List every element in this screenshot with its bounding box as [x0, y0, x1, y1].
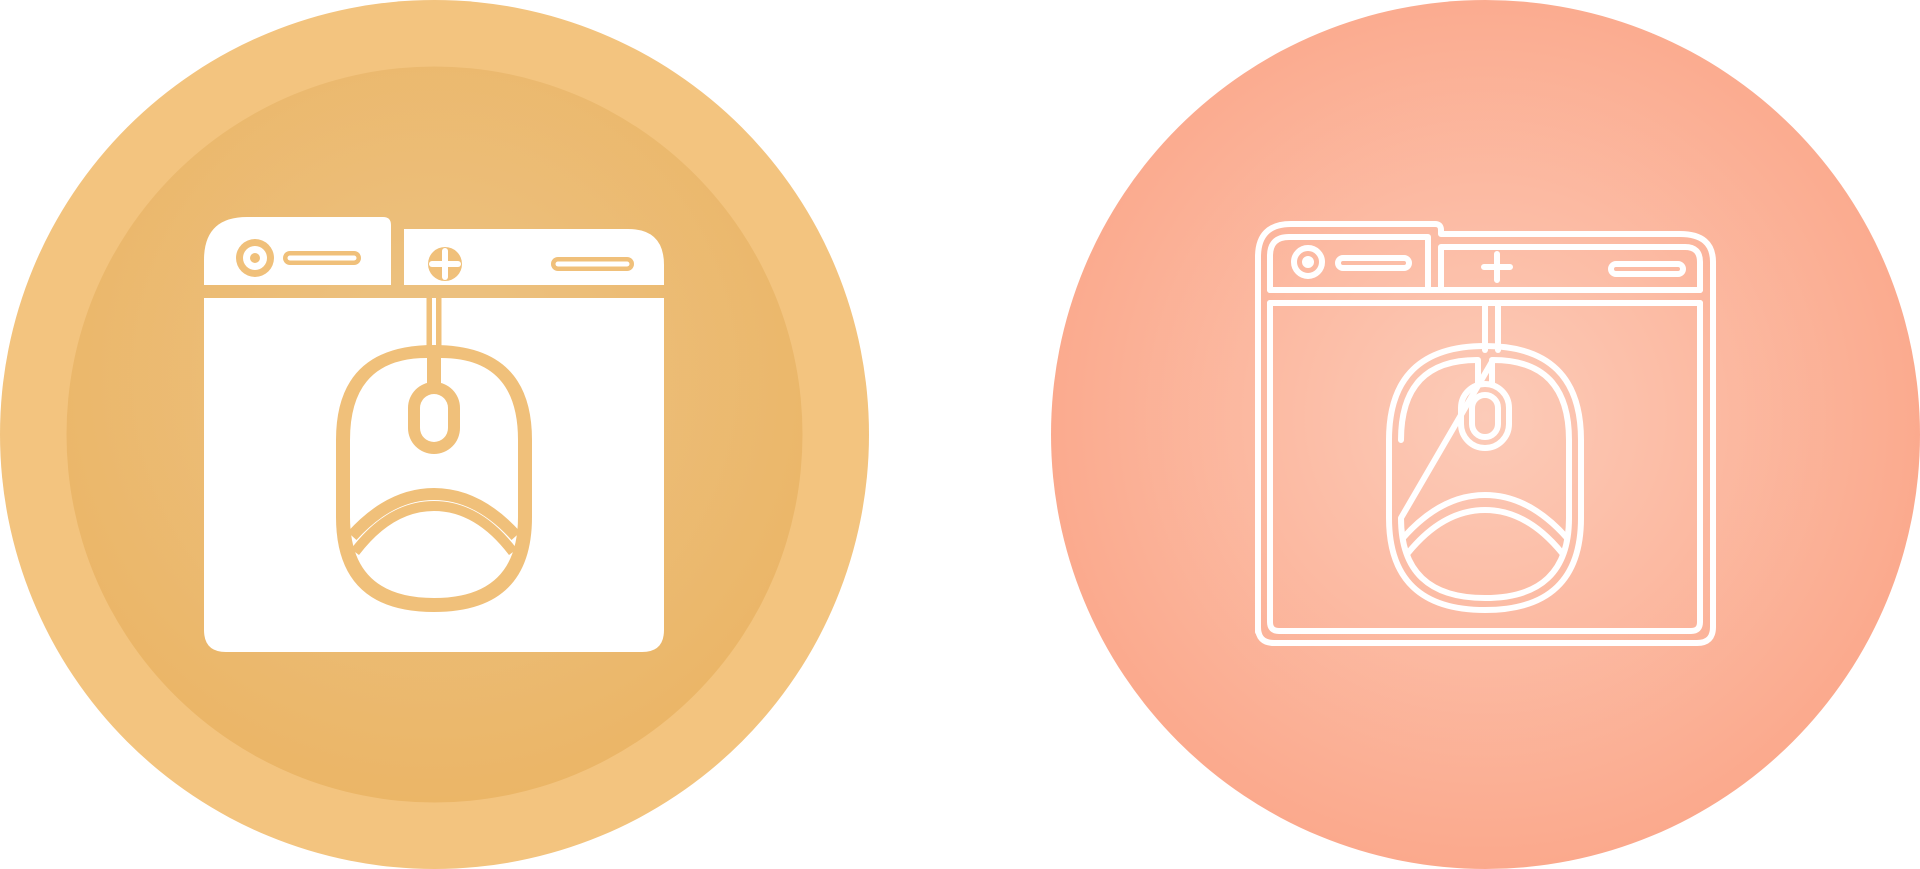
line-browser-mouse-badge [1051, 0, 1920, 869]
line-browser-mouse-icon [1051, 0, 1920, 869]
glyph-browser-mouse-badge [0, 0, 869, 869]
glyph-browser-mouse-icon [0, 0, 869, 869]
add-tab-icon [428, 247, 462, 281]
icon-set [0, 0, 1920, 869]
